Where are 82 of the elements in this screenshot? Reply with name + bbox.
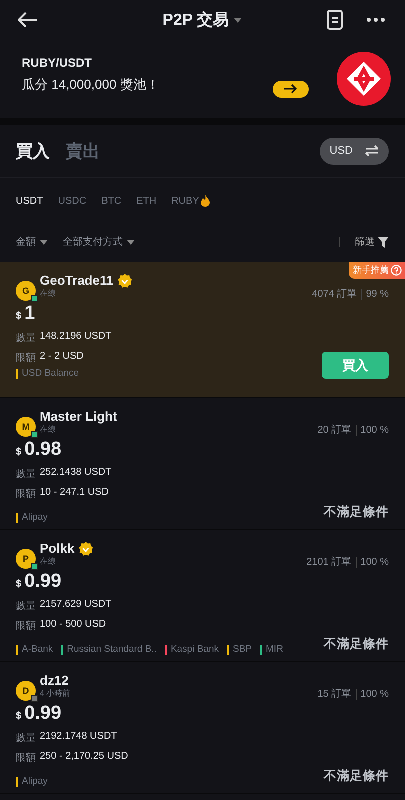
payment-method: MIR (266, 644, 284, 655)
order-count: 15 訂單 (318, 688, 352, 701)
ineligible-text: 不滿足條件 (324, 636, 389, 653)
limit-label: 限額 (16, 620, 36, 633)
status-text: 在線 (40, 288, 57, 299)
arrow-button[interactable] (273, 80, 309, 98)
coin-tab[interactable]: RUBY (172, 195, 210, 207)
banner-subtitle: 瓜分 14,000,000 獎池！ (22, 76, 160, 94)
avatar-icon: M (16, 417, 36, 437)
price-value: 0.99 (24, 703, 62, 725)
more-icon[interactable] (367, 18, 385, 22)
limit-value: 10 - 247.1 USD (40, 487, 109, 500)
limit-value: 100 - 500 USD (40, 619, 106, 632)
completion-rate: 100 % (360, 688, 389, 700)
completion-rate: 100 % (360, 556, 389, 568)
ineligible-text: 不滿足條件 (324, 768, 389, 785)
payment-method: Alipay (22, 776, 48, 787)
price-value: 0.99 (24, 571, 62, 593)
price-value: 1 (24, 303, 36, 325)
filter-icon (378, 236, 389, 248)
status-text: 在線 (40, 556, 57, 567)
amount-label: 數量 (16, 332, 36, 345)
currency-symbol: $ (16, 711, 22, 722)
limit-label: 限額 (16, 752, 36, 765)
coin-tab[interactable]: BTC (102, 196, 122, 206)
order-count: 4074 訂單 (312, 288, 358, 301)
currency-symbol: $ (16, 447, 22, 458)
caret-icon (127, 240, 135, 244)
currency-button[interactable]: USD (320, 138, 389, 164)
payment-method: A-Bank (22, 644, 54, 655)
completion-rate: 99 % (366, 288, 389, 300)
document-icon[interactable] (327, 10, 343, 30)
payment-method: USD Balance (22, 368, 80, 379)
help-icon (391, 265, 402, 276)
page-title: P2P 交易 (162, 10, 230, 30)
caret-icon[interactable] (234, 18, 242, 22)
status-text: 4 小時前 (40, 688, 71, 699)
arrow-icon (284, 84, 298, 94)
avatar-icon: P (16, 549, 36, 569)
order-count: 20 訂單 (318, 424, 352, 437)
order-count: 2101 訂單 (306, 556, 352, 569)
amount-value: 148.2196 USDT (40, 331, 112, 344)
recommend-badge: 新手推薦 (349, 262, 405, 279)
merchant-name[interactable]: Master Light (40, 409, 118, 424)
coin-tab[interactable]: USDC (58, 196, 87, 206)
amount-value: 2192.1748 USDT (40, 731, 118, 744)
completion-rate: 100 % (360, 424, 389, 436)
amount-label: 數量 (16, 468, 36, 481)
caret-icon (40, 240, 48, 244)
limit-value: 250 - 2,170.25 USD (40, 751, 128, 764)
merchant-name[interactable]: Polkk (40, 541, 75, 556)
avatar-icon: D (16, 681, 36, 701)
banner-title: RUBY/USDT (22, 56, 94, 70)
filter-button[interactable]: 篩選 (355, 235, 389, 249)
merchant-name[interactable]: dz12 (40, 673, 69, 688)
price-value: 0.98 (24, 439, 62, 461)
flame-icon (201, 195, 210, 207)
amount-label: 數量 (16, 732, 36, 745)
payment-method: Alipay (22, 512, 48, 523)
coin-tab[interactable]: ETH (136, 196, 157, 206)
limit-label: 限額 (16, 488, 36, 501)
payment-dropdown[interactable]: 全部支付方式 (63, 235, 135, 249)
payment-method: Russian Standard B.. (67, 644, 157, 655)
currency-symbol: $ (16, 311, 22, 322)
merchant-name[interactable]: GeoTrade11 (40, 273, 114, 288)
limit-label: 限額 (16, 352, 36, 365)
avatar-icon: G (16, 281, 36, 301)
amount-label: 數量 (16, 600, 36, 613)
logo-icon (337, 52, 391, 106)
payment-method: SBP (233, 644, 252, 655)
amount-dropdown[interactable]: 金額 (16, 235, 48, 249)
trade-tab[interactable]: 買入 (16, 140, 50, 162)
limit-value: 2 - 2 USD (40, 351, 84, 364)
swap-icon (365, 145, 379, 157)
coin-tab[interactable]: USDT (16, 196, 44, 206)
ineligible-text: 不滿足條件 (324, 504, 389, 521)
currency-symbol: $ (16, 579, 22, 590)
amount-value: 252.1438 USDT (40, 467, 112, 480)
status-text: 在線 (40, 424, 57, 435)
back-icon[interactable] (18, 12, 38, 28)
amount-value: 2157.629 USDT (40, 599, 112, 612)
payment-method: Kaspi Bank (170, 644, 219, 655)
